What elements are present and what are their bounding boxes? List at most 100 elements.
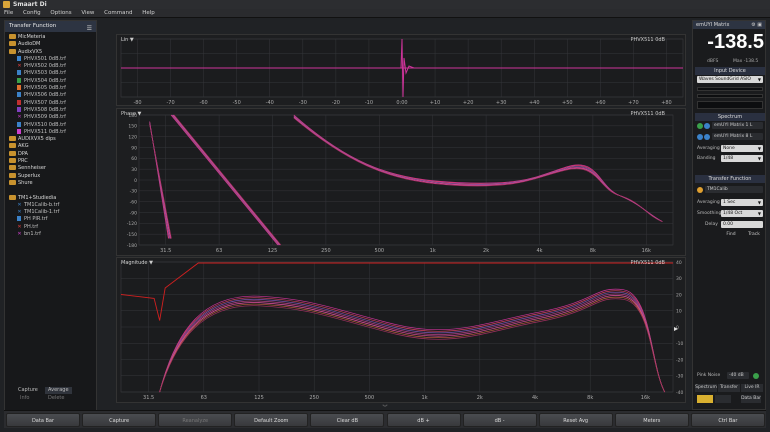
banding-select[interactable]: 1/48 ▼ — [721, 155, 763, 162]
find-button[interactable]: Find — [723, 231, 739, 239]
tab-delete[interactable]: Delete — [45, 395, 67, 402]
tree-file[interactable]: PH PIR.trf — [7, 216, 95, 223]
phase-plot[interactable]: 31.5 63 125 250 500 1k 2k 4k 8k 16k 180 150 120 90 60 3… — [116, 108, 686, 256]
input-device-section: Input Device — [695, 67, 765, 75]
command-button-clear-db[interactable]: Clear dB — [310, 413, 385, 427]
transfer-function-panel: Transfer Function ☰ MicMeteria AudioDM Aud… — [4, 20, 97, 412]
panel-menu-icon[interactable]: ☰ — [87, 23, 92, 34]
folder-icon — [9, 150, 16, 156]
tree-file[interactable]: PHVX508 0dB.trf — [7, 106, 95, 114]
tree-file[interactable]: ✕ PHVX502 0dB.trf — [7, 63, 95, 70]
menu-help[interactable]: Help — [138, 9, 159, 18]
command-button-data-bar[interactable]: Data Bar — [6, 413, 80, 427]
tree-file[interactable]: PHVX503 0dB.trf — [7, 70, 95, 77]
tree-item-label: PH PIR.trf — [24, 216, 48, 223]
x-tick-label: 250 — [309, 395, 319, 401]
tree-folder[interactable]: AudioDM — [7, 41, 95, 48]
command-button-reanalyze[interactable]: Reanalyze — [158, 413, 233, 427]
tree-file[interactable]: ✕ bn1.trf — [7, 231, 95, 238]
channel-1-indicator-icon[interactable] — [697, 123, 703, 129]
tree-folder[interactable]: AKG — [7, 143, 95, 150]
tree-folder[interactable]: MicMeteria — [7, 34, 95, 41]
file-icon — [17, 85, 21, 91]
tree-file[interactable]: ✕ TM1Calib-b.trf — [7, 202, 95, 209]
tree-folder[interactable]: DPA — [7, 150, 95, 158]
spectrum-channel-2[interactable]: emUYI Matrix 8 L — [712, 133, 763, 140]
folder-icon — [9, 172, 16, 178]
transfer-view-button[interactable]: Transfer — [718, 384, 740, 392]
command-button-capture[interactable]: Capture — [82, 413, 157, 427]
command-button-default-zoom[interactable]: Default Zoom — [234, 413, 309, 427]
tree-folder[interactable]: AudixVX5 — [7, 48, 95, 56]
tree-folder[interactable]: Shure — [7, 179, 95, 187]
magnitude-chart: 31.5 63 125 250 500 1k 2k 4k 8k 16k 40 30 20 10 0 -10 -2… — [120, 260, 683, 401]
y-tick-label: 60 — [131, 156, 137, 162]
file-icon — [17, 128, 21, 134]
x-tick-label: +70 — [628, 100, 639, 106]
channel-2-color-icon[interactable] — [704, 134, 710, 140]
tree-file[interactable]: PHVX501 0dB.trf — [7, 55, 95, 63]
menu-config[interactable]: Config — [19, 9, 45, 18]
menu-command[interactable]: Command — [100, 9, 136, 18]
tab-average[interactable]: Average — [45, 387, 72, 394]
command-button-db-[interactable]: dB - — [462, 413, 537, 427]
pink-noise-level[interactable]: -40 dB — [727, 372, 749, 379]
tree-file[interactable]: ✕ TM1Calib-1.trf — [7, 209, 95, 216]
settings-icons[interactable]: ⚙ ▣ — [751, 21, 762, 29]
delay-label: Delay — [705, 222, 718, 227]
tab-capture[interactable]: Capture — [15, 387, 41, 394]
tree-folder[interactable]: Sennheiser — [7, 165, 95, 172]
input-device-select[interactable]: Waves SoundGrid ASIO ▼ — [697, 76, 763, 83]
x-tick-label: 1k — [430, 248, 436, 254]
tf-indicator-icon[interactable] — [697, 187, 703, 193]
command-button-reset-avg[interactable]: Reset Avg — [538, 413, 613, 427]
tree-item-label: PHVX504 0dB.trf — [24, 77, 66, 84]
spectrum-averaging-select[interactable]: None ▼ — [721, 145, 763, 152]
live-view-button[interactable]: Live IR — [741, 384, 763, 392]
tf-averaging-select[interactable]: 1 Sec ▼ — [721, 199, 763, 206]
track-button[interactable]: Track — [745, 231, 763, 239]
tree-folder[interactable]: Superlux — [7, 172, 95, 180]
menu-options[interactable]: Options — [46, 9, 75, 18]
command-button-db-[interactable]: dB + — [386, 413, 461, 427]
command-button-meters[interactable]: Meters — [614, 413, 689, 427]
tree-file[interactable]: PHVX506 0dB.trf — [7, 92, 95, 99]
smoothing-select[interactable]: 1/48 Oct ▼ — [721, 210, 763, 217]
tree-file[interactable]: ✕ PHVX509 0dB.trf — [7, 114, 95, 121]
data-bar-button[interactable]: Data Bar — [741, 395, 761, 403]
tree-file[interactable]: PHVX504 0dB.trf — [7, 77, 95, 85]
tree-file[interactable]: PHVX510 0dB.trf — [7, 121, 95, 129]
splitter-handle[interactable]: ︾ — [380, 404, 390, 411]
device-name: emUYI Matrix — [696, 22, 730, 28]
spectrum-channel-1[interactable]: emUYI Matrix 1 L — [712, 122, 763, 129]
control-panel: emUYI Matrix ⚙ ▣ -138.5 dBFS Max -138.5 … — [692, 20, 766, 410]
command-button-ctrl-bar[interactable]: Ctrl Bar — [690, 413, 765, 427]
averaging-label: Averaging — [697, 146, 720, 151]
channel-1-color-icon[interactable] — [704, 123, 710, 129]
spectrum-view-button[interactable]: Spectrum — [695, 384, 717, 392]
tree-folder[interactable]: PRC — [7, 158, 95, 165]
impulse-response-plot[interactable]: -80 -70 -60 -50 -40 -30 -20 -10 0:00 +10 +20 +30 +40… — [116, 34, 686, 106]
hidden-trace-icon: ✕ — [17, 231, 22, 238]
pink-noise-toggle-icon[interactable] — [753, 373, 759, 379]
x-tick-label: 16k — [642, 248, 651, 254]
tree-file[interactable]: ✕ PH.trf — [7, 224, 95, 231]
tree-file[interactable]: PHVX505 0dB.trf — [7, 85, 95, 92]
magnitude-plot[interactable]: 31.5 63 125 250 500 1k 2k 4k 8k 16k 40 30 20 10 0 -10 -2… — [116, 257, 686, 403]
tf-channel[interactable]: TM1Calib — [705, 186, 763, 193]
x-tick-label: +10 — [430, 100, 441, 106]
menu-file[interactable]: File — [0, 9, 17, 18]
menu-view[interactable]: View — [77, 9, 98, 18]
tree-file[interactable]: PHVX507 0dB.trf — [7, 99, 95, 107]
tree-file[interactable]: PHVX511 0dB.trf — [7, 128, 95, 136]
delay-field[interactable]: 0.00 — [721, 221, 763, 228]
tab-info[interactable]: Info — [17, 395, 32, 402]
tree-folder[interactable]: AUDIXVX5 dips — [7, 136, 95, 143]
input-meter-3 — [697, 101, 763, 109]
y-tick-label: 40 — [676, 260, 682, 266]
channel-2-indicator-icon[interactable] — [697, 134, 703, 140]
x-tick-label: 63 — [201, 395, 207, 401]
folder-icon — [9, 48, 16, 54]
y-tick-label: 30 — [131, 167, 137, 173]
tree-folder[interactable]: TM1+Studiedia — [7, 194, 95, 202]
